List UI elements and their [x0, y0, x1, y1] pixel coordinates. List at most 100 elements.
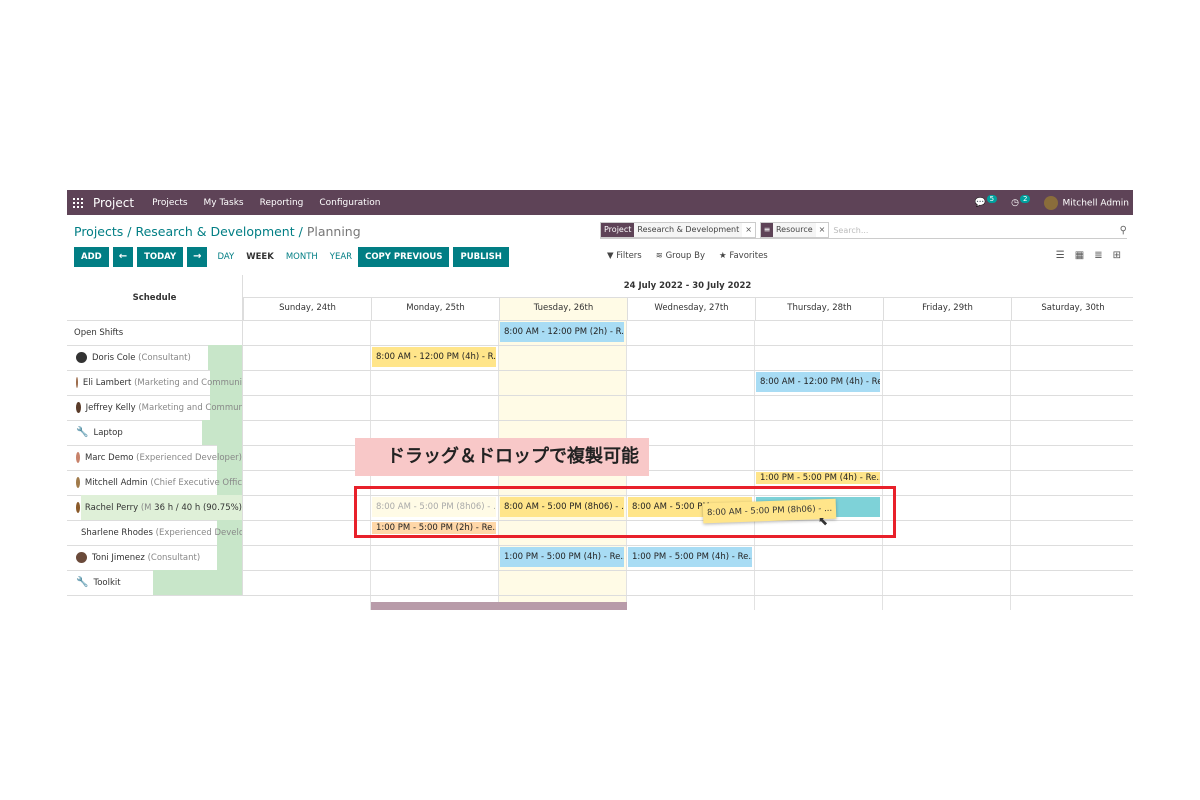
search-bar: Project Research & Development × ≡ Resou…: [600, 222, 1127, 239]
layers-icon: ≋: [655, 251, 663, 261]
day-header: Tuesday, 26th: [499, 297, 627, 321]
row-label: 🔧 Laptop: [67, 420, 243, 445]
row-name: Mitchell Admin: [84, 477, 148, 488]
row-label: Eli Lambert (Marketing and Communi: [67, 370, 243, 395]
wrench-icon: 🔧: [76, 577, 89, 588]
date-range: 24 July 2022 - 30 July 2022: [242, 275, 1133, 298]
top-navbar: Project Projects My Tasks Reporting Conf…: [67, 190, 1133, 215]
messages-badge: 5: [986, 194, 998, 203]
menu-reporting[interactable]: Reporting: [260, 198, 304, 208]
row-name: Toni Jimenez: [92, 552, 145, 563]
range-year[interactable]: YEAR: [330, 252, 352, 262]
shift-pill[interactable]: 8:00 AM - 12:00 PM (2h) - R...: [500, 322, 624, 342]
activities-button[interactable]: ◷ 2: [1011, 194, 1031, 208]
table-row[interactable]: Jeffrey Kelly (Marketing and Commur: [67, 395, 1133, 421]
range-month[interactable]: MONTH: [286, 252, 318, 262]
row-label: Marc Demo (Experienced Developer): [67, 445, 243, 470]
filters-button[interactable]: ▼ Filters: [607, 251, 642, 261]
avatar: [76, 477, 80, 488]
avatar: [76, 502, 80, 513]
row-label: Sharlene Rhodes (Experienced Develc: [67, 520, 243, 545]
row-role: (Consultant): [138, 352, 191, 363]
shift-pill[interactable]: 8:00 AM - 12:00 PM (4h) - Re...: [756, 372, 880, 392]
row-label: Open Shifts: [67, 320, 243, 345]
workload-bar: [217, 545, 242, 570]
row-name: Rachel Perry: [84, 502, 139, 513]
menu-projects[interactable]: Projects: [152, 198, 187, 208]
calendar-view-icon[interactable]: ▦: [1075, 250, 1084, 261]
facet-project: Project Research & Development ×: [600, 222, 756, 238]
search-icon[interactable]: ⚲: [1120, 225, 1127, 236]
search-input[interactable]: Search...: [833, 226, 1119, 235]
row-role: (Marketing and Communi: [134, 377, 242, 388]
star-icon: ★: [719, 251, 727, 261]
workload-bar: [153, 570, 242, 595]
cursor-icon: ⬉: [818, 514, 829, 528]
user-name: Mitchell Admin: [1062, 198, 1129, 208]
avatar: [76, 352, 87, 363]
messages-button[interactable]: 💬 5: [974, 194, 998, 208]
table-row[interactable]: Eli Lambert (Marketing and Communi: [67, 370, 1133, 396]
shift-pill[interactable]: 8:00 AM - 12:00 PM (4h) - R...: [372, 347, 496, 367]
row-name: Doris Cole: [92, 352, 136, 363]
table-row[interactable]: Doris Cole (Consultant): [67, 345, 1133, 371]
layers-icon: ≡: [760, 223, 773, 237]
menu-configuration[interactable]: Configuration: [319, 198, 380, 208]
shift-pill[interactable]: 1:00 PM - 5:00 PM (4h) - Re...: [628, 547, 752, 567]
favorites-button[interactable]: ★ Favorites: [719, 251, 768, 261]
breadcrumb-project[interactable]: Research & Development: [135, 224, 294, 239]
publish-button[interactable]: PUBLISH: [453, 247, 509, 267]
row-role: (Marketing and Commur: [138, 402, 242, 413]
range-day[interactable]: DAY: [217, 252, 234, 262]
next-arrow-icon[interactable]: →: [187, 247, 208, 267]
day-header: Thursday, 28th: [755, 297, 883, 321]
pivot-view-icon[interactable]: ⊞: [1113, 250, 1121, 261]
avatar: [76, 552, 87, 563]
add-button[interactable]: ADD: [74, 247, 109, 267]
row-label: Rachel Perry (M 36 h / 40 h (90.75%): [67, 495, 243, 520]
row-name: Toolkit: [93, 577, 121, 588]
annotation-highlight-box: [354, 486, 896, 538]
chat-icon: 💬: [974, 197, 986, 208]
table-row[interactable]: 🔧 Toolkit: [67, 570, 1133, 596]
user-menu[interactable]: Mitchell Admin: [1044, 195, 1129, 210]
today-button[interactable]: TODAY: [137, 247, 184, 267]
prev-arrow-icon[interactable]: ←: [112, 247, 134, 267]
shift-pill[interactable]: 1:00 PM - 5:00 PM (4h) - Re...: [500, 547, 624, 567]
activities-badge: 2: [1020, 194, 1031, 203]
row-name: Laptop: [93, 427, 123, 438]
copy-previous-button[interactable]: COPY PREVIOUS: [358, 247, 450, 267]
menu-my-tasks[interactable]: My Tasks: [204, 198, 244, 208]
gantt-view-icon[interactable]: ☰: [1056, 250, 1065, 261]
facet-resource: ≡ Resource ×: [759, 222, 830, 238]
breadcrumb-projects[interactable]: Projects: [74, 224, 123, 239]
row-role: (M: [140, 502, 152, 513]
row-label: Toni Jimenez (Consultant): [67, 545, 243, 570]
clock-icon: ◷: [1011, 197, 1019, 208]
avatar: [76, 452, 80, 463]
group-by-button[interactable]: ≋ Group By: [656, 251, 705, 261]
close-icon[interactable]: ×: [816, 223, 829, 237]
facet-label: Project: [601, 223, 635, 237]
avatar: [1044, 195, 1059, 210]
apps-menu-icon[interactable]: [73, 197, 83, 208]
shift-pill[interactable]: 1:00 PM - 5:00 PM (4h) - Re...: [756, 472, 880, 484]
row-name: Sharlene Rhodes: [81, 527, 153, 538]
close-icon[interactable]: ×: [742, 223, 755, 237]
facet-value: Research & Development: [634, 223, 743, 237]
list-view-icon[interactable]: ≣: [1094, 250, 1102, 261]
group-by-label: Group By: [665, 251, 706, 261]
planning-app: Project Projects My Tasks Reporting Conf…: [67, 190, 1133, 610]
workload-bar: [208, 345, 242, 370]
app-brand[interactable]: Project: [93, 196, 134, 210]
action-bar: ADD ← TODAY → DAY WEEK MONTH YEAR COPY P…: [74, 247, 513, 267]
row-role: (Experienced Developer): [136, 452, 242, 463]
range-week[interactable]: WEEK: [246, 252, 274, 262]
breadcrumb-current: Planning: [306, 224, 361, 239]
scroll-bar[interactable]: [371, 602, 627, 610]
avatar: [76, 377, 78, 388]
row-name: Eli Lambert: [82, 377, 132, 388]
row-label: Jeffrey Kelly (Marketing and Commur: [67, 395, 243, 420]
day-header: Wednesday, 27th: [627, 297, 755, 321]
row-name: Marc Demo: [84, 452, 134, 463]
